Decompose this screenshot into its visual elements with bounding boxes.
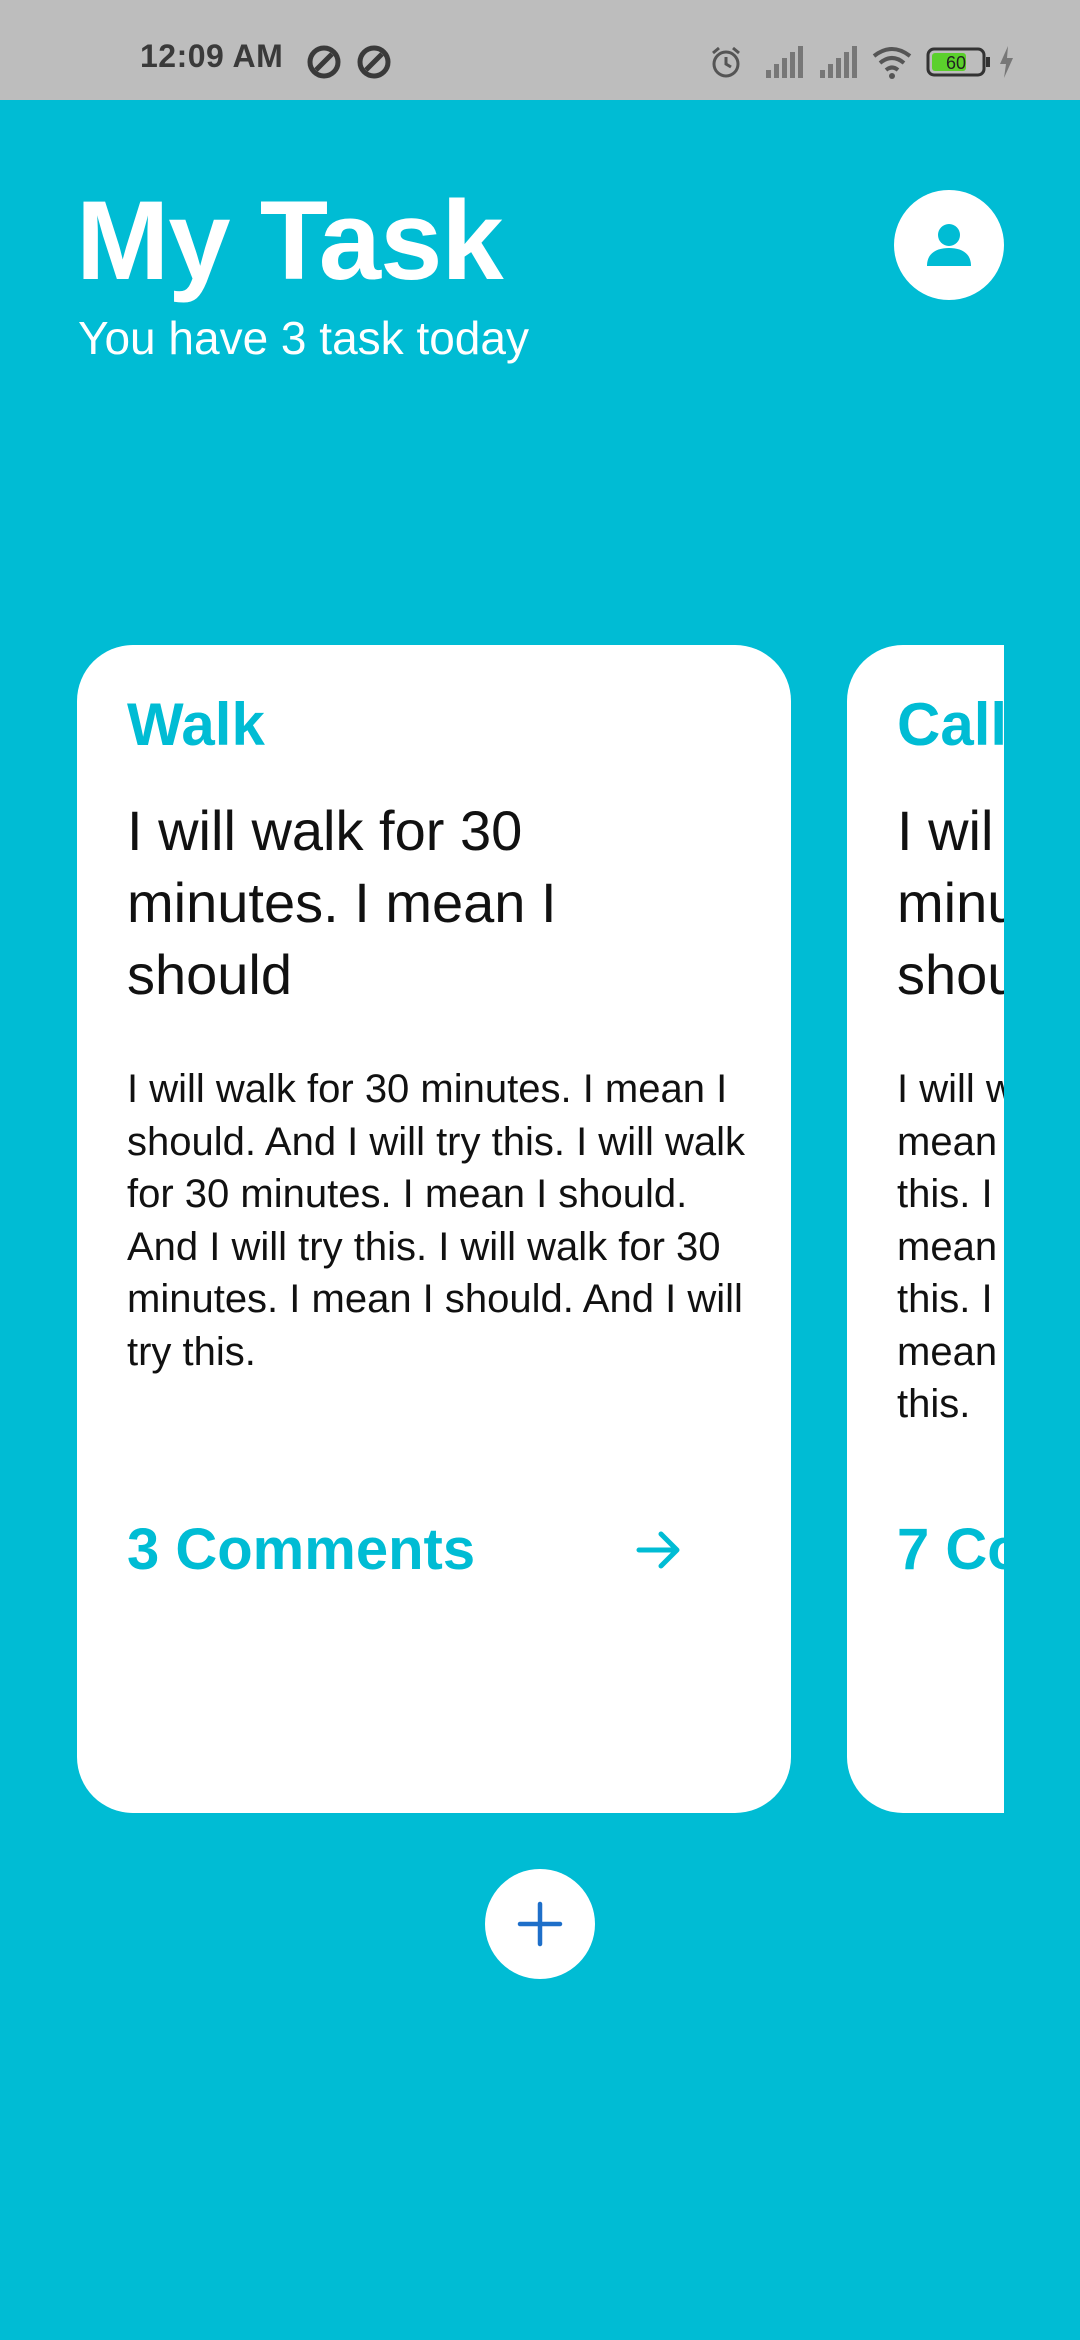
task-title: Call bbox=[897, 691, 1004, 758]
plus-icon bbox=[517, 1901, 563, 1947]
task-heading: I wil minu shou bbox=[897, 795, 1004, 1011]
battery-icon: 60 bbox=[926, 47, 990, 77]
status-right-icons: 60 bbox=[700, 42, 1080, 82]
task-description-line: this. bbox=[897, 1382, 971, 1426]
charging-icon bbox=[1000, 46, 1013, 78]
page-subtitle: You have 3 task today bbox=[78, 312, 529, 364]
status-bar: 12:09 AM 60 bbox=[0, 0, 1080, 100]
task-title: Walk bbox=[127, 691, 265, 758]
wifi-icon bbox=[872, 47, 912, 79]
task-card[interactable]: Walk I will walk for 30 minutes. I mean … bbox=[77, 645, 791, 1813]
task-description: I will w mean this. I mean this. I mean … bbox=[897, 1063, 1004, 1431]
task-footer: 7 Co bbox=[897, 1515, 1004, 1585]
status-time: 12:09 AM bbox=[140, 38, 284, 74]
task-carousel[interactable]: Walk I will walk for 30 minutes. I mean … bbox=[0, 645, 1004, 1815]
sync-icon bbox=[307, 45, 341, 79]
task-footer: 3 Comments bbox=[127, 1515, 687, 1585]
task-description: I will walk for 30 minutes. I mean I sho… bbox=[127, 1067, 745, 1374]
task-description-line: I will w bbox=[897, 1067, 1004, 1111]
alarm-icon bbox=[712, 46, 740, 78]
status-left-icons bbox=[306, 44, 392, 80]
task-description-line: mean bbox=[897, 1224, 998, 1269]
profile-button[interactable] bbox=[894, 190, 1004, 300]
task-description-line: mean bbox=[897, 1329, 998, 1374]
sync-icon bbox=[357, 45, 391, 79]
task-description-line: this. I bbox=[897, 1172, 993, 1216]
task-card[interactable]: Call I wil minu shou I will w mean this.… bbox=[847, 645, 1004, 1813]
task-heading-line: I wil bbox=[897, 799, 994, 862]
person-icon bbox=[927, 224, 971, 266]
task-description-line: this. I bbox=[897, 1277, 993, 1321]
signal-icon bbox=[766, 46, 803, 78]
task-heading-line: shou bbox=[897, 943, 1004, 1006]
signal-icon bbox=[820, 46, 857, 78]
comments-link[interactable]: 7 Co bbox=[897, 1521, 1004, 1579]
task-heading: I will walk for 30 minutes. I mean I sho… bbox=[127, 799, 557, 1006]
battery-level: 60 bbox=[946, 53, 966, 73]
comments-link[interactable]: 3 Comments bbox=[127, 1521, 475, 1579]
page-title: My Task bbox=[76, 178, 504, 303]
task-description-line: mean bbox=[897, 1119, 998, 1164]
task-heading-line: minu bbox=[897, 871, 1004, 934]
add-task-button[interactable] bbox=[485, 1869, 595, 1979]
arrow-right-icon[interactable] bbox=[631, 1522, 687, 1578]
